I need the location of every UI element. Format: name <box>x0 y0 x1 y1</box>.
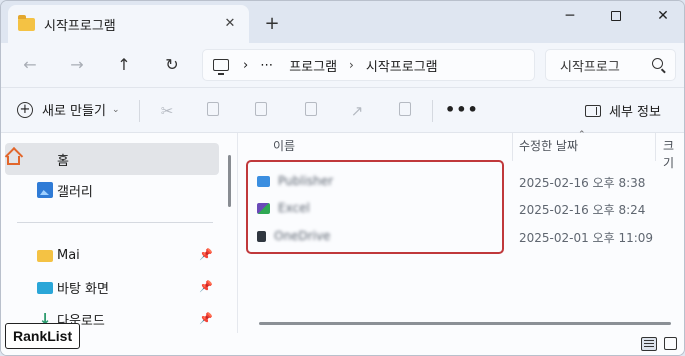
tab-title: 시작프로그램 <box>44 18 116 34</box>
sidebar-item-label: 바탕 화면 <box>57 281 109 297</box>
search-input[interactable]: 시작프로그 <box>545 49 676 81</box>
file-date: 2025-02-01 오후 11:09 <box>519 231 654 245</box>
cut-icon[interactable]: ✂ <box>158 102 176 120</box>
horizontal-scrollbar[interactable] <box>259 322 671 325</box>
back-button[interactable]: ← <box>17 53 43 77</box>
pin-icon[interactable]: 📌 <box>199 248 213 261</box>
divider <box>432 100 433 122</box>
breadcrumb-more-button[interactable]: ⋯ <box>260 58 273 73</box>
close-tab-icon[interactable]: ✕ <box>221 15 239 33</box>
column-separator[interactable] <box>655 133 656 161</box>
sidebar-item-label: 갤러리 <box>57 184 93 200</box>
sidebar-divider <box>17 222 213 223</box>
breadcrumb-separator[interactable]: › <box>243 58 248 73</box>
new-button-label: 새로 만들기 <box>42 104 106 119</box>
share-icon[interactable]: ↗ <box>348 102 366 120</box>
sidebar-scrollbar[interactable] <box>228 155 231 207</box>
file-date: 2025-02-16 오후 8:38 <box>519 176 646 190</box>
copy-icon[interactable] <box>204 102 222 120</box>
sidebar-item-label: Mai <box>57 247 80 263</box>
details-label: 세부 정보 <box>609 105 661 120</box>
home-icon <box>7 156 20 165</box>
sidebar-item-gallery[interactable]: 갤러리 <box>5 174 219 206</box>
gallery-icon <box>37 182 53 198</box>
column-separator[interactable] <box>512 133 513 161</box>
search-placeholder: 시작프로그 <box>560 59 620 75</box>
rename-icon[interactable] <box>302 102 320 120</box>
new-button[interactable]: + 새로 만들기 ⌄ <box>17 100 119 119</box>
divider <box>139 100 140 122</box>
file-date: 2025-02-16 오후 8:24 <box>519 203 646 217</box>
plus-circle-icon: + <box>17 101 33 118</box>
forward-button[interactable]: → <box>64 53 90 77</box>
sidebar-item-desktop[interactable]: 바탕 화면 📌 <box>5 271 219 303</box>
sidebar-item-home[interactable]: 홈 <box>5 143 219 175</box>
address-bar[interactable]: › ⋯ 프로그램 › 시작프로그램 <box>202 49 535 81</box>
maximize-button[interactable] <box>593 1 639 33</box>
maximize-icon <box>611 11 621 21</box>
search-icon[interactable] <box>652 58 663 69</box>
column-header-name[interactable]: 이름 <box>273 137 295 154</box>
main-area: 홈 갤러리 Mai 📌 바탕 화면 📌 ↓ 다운로드 📌 이름 ⌃ 수정한 날짜… <box>1 130 684 355</box>
chevron-down-icon: ⌄ <box>111 104 120 115</box>
sidebar-item-label: 홈 <box>57 153 69 169</box>
details-pane-button[interactable]: 세부 정보 <box>585 101 661 120</box>
column-header-type[interactable]: 크기 <box>663 137 684 171</box>
delete-icon[interactable] <box>396 102 414 120</box>
selection-highlight-box <box>246 160 504 254</box>
explorer-window: 시작프로그램 ✕ + ─ ✕ ← → ↑ ↻ › ⋯ 프로그램 › 시작프로그램… <box>0 0 685 356</box>
breadcrumb-programs[interactable]: 프로그램 <box>289 56 337 75</box>
ranklist-badge: RankList <box>5 323 81 349</box>
tiles-view-icon[interactable] <box>664 337 677 350</box>
details-view-icon[interactable] <box>641 337 657 351</box>
sort-indicator-icon: ⌃ <box>578 130 586 140</box>
command-bar: + 새로 만들기 ⌄ ✂ ↗ ••• 세부 정보 <box>1 87 684 133</box>
sidebar-item-mai[interactable]: Mai 📌 <box>5 239 219 271</box>
new-tab-button[interactable]: + <box>261 13 283 35</box>
up-button[interactable]: ↑ <box>111 53 137 77</box>
details-pane-icon <box>585 104 601 117</box>
close-window-button[interactable]: ✕ <box>640 1 684 33</box>
more-options-button[interactable]: ••• <box>445 100 478 120</box>
folder-icon <box>18 14 35 31</box>
title-bar: 시작프로그램 ✕ + ─ ✕ <box>1 1 684 43</box>
breadcrumb-startup-programs[interactable]: 시작프로그램 <box>366 56 438 75</box>
desktop-icon <box>37 282 53 294</box>
paste-icon[interactable] <box>252 102 270 120</box>
pin-icon[interactable]: 📌 <box>199 280 213 293</box>
pane-divider <box>237 133 238 333</box>
minimize-button[interactable]: ─ <box>547 1 593 33</box>
this-pc-icon[interactable] <box>213 59 229 75</box>
folder-icon <box>37 250 53 262</box>
address-row: ← → ↑ ↻ › ⋯ 프로그램 › 시작프로그램 시작프로그 <box>1 43 684 87</box>
tab-startup-programs[interactable]: 시작프로그램 ✕ <box>8 5 249 43</box>
breadcrumb-separator[interactable]: › <box>349 58 354 72</box>
pin-icon[interactable]: 📌 <box>199 312 213 325</box>
column-header-date-modified[interactable]: 수정한 날짜 <box>519 137 578 154</box>
refresh-button[interactable]: ↻ <box>159 53 185 77</box>
